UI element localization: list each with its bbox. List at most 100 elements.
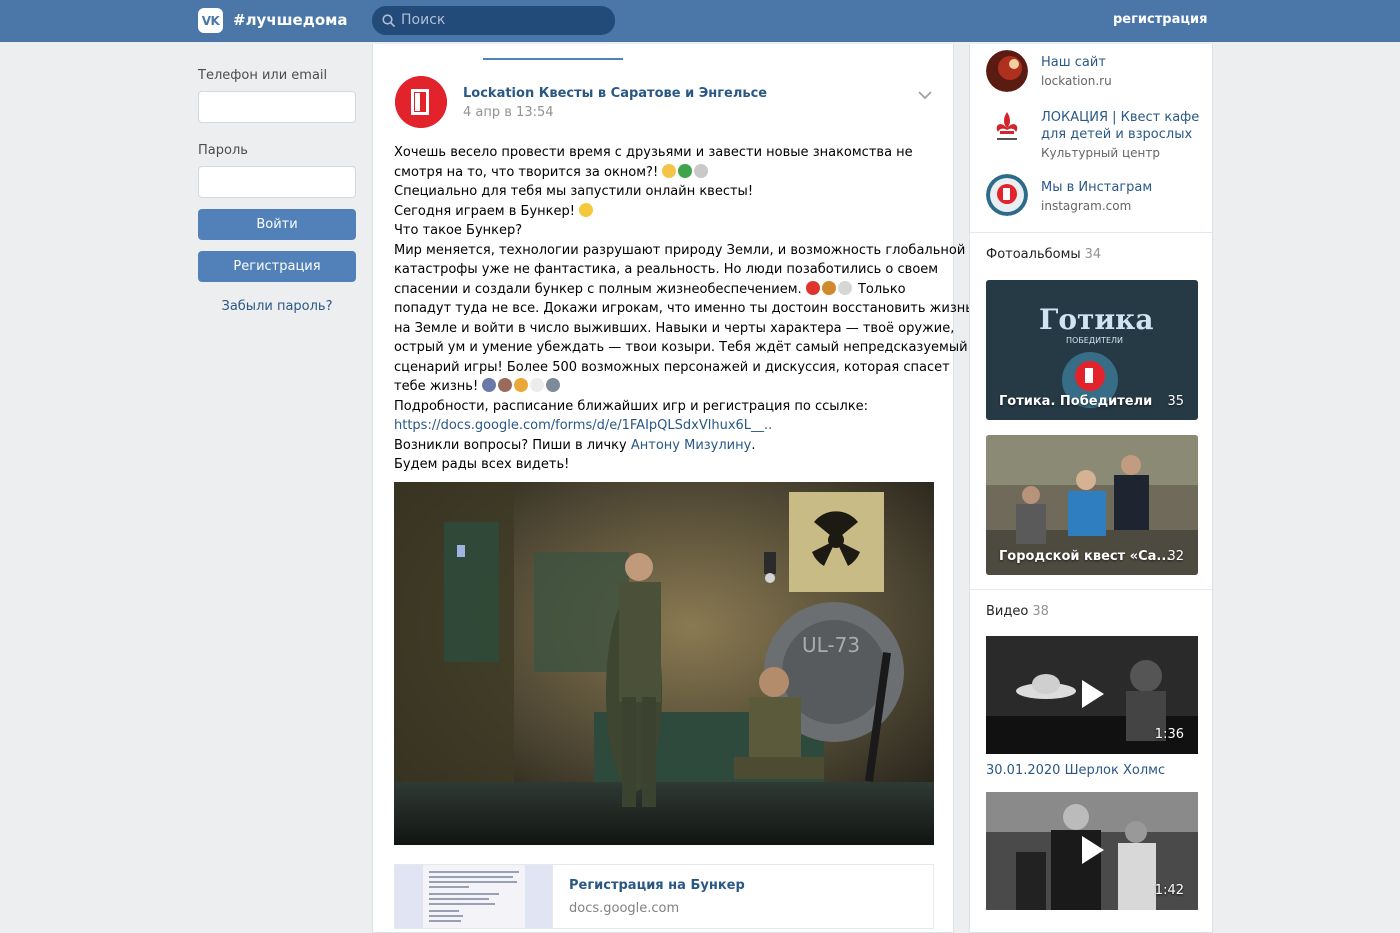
worker-emoji-icon bbox=[514, 378, 529, 392]
search-icon bbox=[382, 14, 395, 27]
videos-header[interactable]: Видео 38 bbox=[986, 604, 1049, 619]
post-line: сценарий игры! Более 500 возможных персо… bbox=[394, 359, 950, 375]
search-box[interactable] bbox=[372, 6, 615, 35]
monkey-emoji-icon bbox=[662, 163, 677, 178]
videos-count: 38 bbox=[1032, 604, 1049, 619]
post-line: Будем рады всех видеть! bbox=[394, 457, 570, 472]
album-gothic-banner-sub: ПОБЕДИТЕЛИ bbox=[1066, 336, 1123, 345]
register-button[interactable]: Регистрация bbox=[198, 251, 356, 282]
videos-title: Видео bbox=[986, 604, 1029, 619]
phone-label: Телефон или email bbox=[198, 68, 328, 83]
post-line: Что такое Бункер? bbox=[394, 223, 523, 238]
post-line: . bbox=[751, 437, 756, 453]
login-panel: Телефон или email Пароль Войти Регистрац… bbox=[198, 68, 356, 314]
post-text: Хочешь весело провести время с друзьями … bbox=[394, 143, 973, 475]
lockation-round-logo-icon bbox=[986, 174, 1028, 216]
tomato-emoji-icon bbox=[805, 280, 820, 295]
post-photo[interactable]: UL-73 bbox=[394, 482, 934, 845]
bunker-scene-image: UL-73 bbox=[394, 482, 934, 845]
post-line: Только bbox=[857, 281, 906, 297]
forgot-password-link[interactable]: Забыли пароль? bbox=[198, 299, 356, 314]
post-line: спасении и создали бункер с полным жизне… bbox=[394, 281, 802, 297]
album-name: Городской квест «Са... bbox=[999, 549, 1172, 564]
post-line: Сегодня играем в Бункер! bbox=[394, 203, 575, 219]
album-count: 32 bbox=[1167, 549, 1184, 564]
instagram-link-title[interactable]: Мы в Инстаграм bbox=[1041, 179, 1152, 196]
post-line: Хочешь весело провести время с друзьями … bbox=[394, 145, 913, 160]
video-second[interactable]: 1:42 bbox=[986, 792, 1198, 910]
post-card: Lockation Квесты в Саратове и Энгельсе 4… bbox=[372, 44, 973, 933]
registration-form-link[interactable]: https://docs.google.com/forms/d/e/1FAIpQ… bbox=[394, 418, 772, 433]
password-field[interactable] bbox=[198, 166, 356, 198]
video-sherlock[interactable]: 1:36 bbox=[986, 636, 1198, 754]
hashtag-link[interactable]: #лучшедома bbox=[233, 11, 348, 29]
detective-emoji-icon bbox=[546, 378, 561, 392]
album-gothic[interactable]: Готика ПОБЕДИТЕЛИ Готика. Победители 35 bbox=[986, 280, 1198, 420]
login-button[interactable]: Войти bbox=[198, 209, 356, 240]
albums-header[interactable]: Фотоальбомы 34 bbox=[986, 247, 1101, 262]
link-domain: docs.google.com bbox=[569, 901, 680, 916]
phone-email-field[interactable] bbox=[198, 91, 356, 123]
cafe-link-avatar[interactable] bbox=[986, 106, 1028, 148]
password-label: Пароль bbox=[198, 143, 248, 158]
form-preview-image bbox=[395, 865, 552, 928]
cafe-title-line: для детей и взрослых bbox=[1041, 127, 1193, 142]
site-link-avatar[interactable] bbox=[986, 50, 1028, 92]
instagram-link-url: instagram.com bbox=[1041, 199, 1132, 213]
active-tab-indicator bbox=[483, 58, 623, 60]
post-line: смотря на то, что творится за окном?! bbox=[394, 164, 659, 180]
site-link-url: lockation.ru bbox=[1041, 74, 1112, 88]
header-register-link[interactable]: регистрация bbox=[1113, 12, 1207, 27]
post-line: на Земле и войти в число выживших. Навык… bbox=[394, 320, 955, 336]
play-icon bbox=[1082, 836, 1104, 864]
chevron-down-icon[interactable] bbox=[917, 90, 933, 100]
album-gothic-banner: Готика bbox=[1039, 303, 1154, 336]
sidebar-divider bbox=[970, 589, 1212, 590]
post-line: тебе жизнь! bbox=[394, 379, 479, 394]
post-line: попадут туда не все. Докажи игрокам, что… bbox=[394, 301, 973, 316]
right-sidebar: Наш сайт lockation.ru ЛОКАЦИЯ | Квест ка… bbox=[969, 44, 1213, 933]
skull-emoji-icon bbox=[694, 163, 709, 178]
grin-emoji-icon bbox=[579, 202, 594, 217]
albums-title: Фотоальбомы bbox=[986, 247, 1081, 262]
video-title[interactable]: 30.01.2020 Шерлок Холмс bbox=[986, 763, 1165, 778]
cafe-link-title[interactable]: ЛОКАЦИЯ | Квест кафе для детей и взрослых bbox=[1041, 109, 1199, 143]
cook-emoji-icon bbox=[530, 378, 545, 392]
link-thumbnail bbox=[395, 865, 553, 928]
link-attachment[interactable]: Регистрация на Бункер docs.google.com bbox=[394, 864, 934, 929]
search-input[interactable] bbox=[401, 6, 601, 35]
album-city-quest[interactable]: Городской квест «Са... 32 bbox=[986, 435, 1198, 575]
community-avatar[interactable] bbox=[395, 76, 447, 128]
vk-logo-icon[interactable]: VK bbox=[198, 8, 223, 33]
woman-emoji-icon bbox=[498, 378, 513, 392]
burger-emoji-icon bbox=[821, 280, 836, 295]
sidebar-divider bbox=[970, 232, 1212, 233]
post-line: Мир меняется, технологии разрушают приро… bbox=[394, 242, 966, 258]
post-author-link[interactable]: Lockation Квесты в Саратове и Энгельсе bbox=[463, 86, 767, 101]
bandage-emoji-icon bbox=[837, 280, 852, 295]
top-bar: VK #лучшедома регистрация bbox=[0, 0, 1400, 42]
album-count: 35 bbox=[1167, 394, 1184, 409]
video-duration: 1:36 bbox=[1154, 727, 1184, 742]
virus-emoji-icon bbox=[678, 163, 693, 178]
spy-emoji-icon bbox=[482, 378, 497, 392]
post-line: катастрофы уже не фантастика, а реальнос… bbox=[394, 262, 939, 277]
site-link-title[interactable]: Наш сайт bbox=[1041, 54, 1106, 71]
instagram-link-avatar[interactable] bbox=[986, 174, 1028, 216]
post-line: Возникли вопросы? Пиши в личку bbox=[394, 437, 627, 453]
video-duration: 1:42 bbox=[1154, 883, 1184, 898]
link-title[interactable]: Регистрация на Бункер bbox=[569, 878, 745, 893]
mention-link[interactable]: Антону Мизулину bbox=[631, 438, 751, 453]
site-avatar-image bbox=[986, 50, 1028, 92]
bunker-door-sign: UL-73 bbox=[802, 633, 860, 657]
album-name: Готика. Победители bbox=[999, 394, 1153, 409]
cafe-link-subtitle: Культурный центр bbox=[1041, 146, 1161, 160]
albums-count: 34 bbox=[1084, 247, 1102, 262]
play-icon bbox=[1082, 680, 1104, 708]
cafe-title-line: ЛОКАЦИЯ | Квест кафе bbox=[1041, 110, 1200, 125]
post-date[interactable]: 4 апр в 13:54 bbox=[463, 105, 554, 120]
lockation-logo-icon bbox=[395, 76, 447, 128]
fleur-de-lis-icon bbox=[986, 106, 1028, 148]
post-line: Специально для тебя мы запустили онлайн … bbox=[394, 184, 754, 199]
post-line: острый ум и умение убеждать — твои козыр… bbox=[394, 340, 968, 355]
